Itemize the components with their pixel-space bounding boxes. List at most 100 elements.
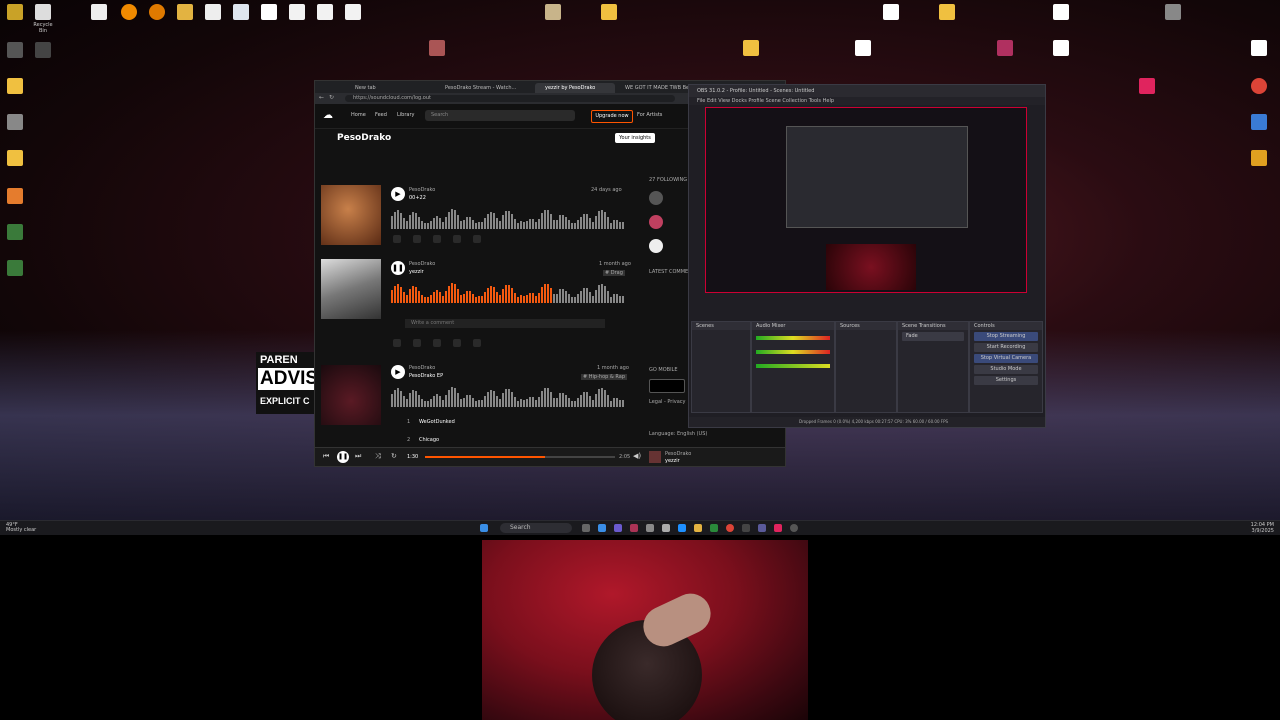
browser-tab-active[interactable]: yezzir by PesoDrako xyxy=(535,83,615,93)
track-cover[interactable] xyxy=(321,365,381,425)
pause-icon[interactable]: ❚❚ xyxy=(337,451,349,463)
repost-icon[interactable] xyxy=(413,339,421,347)
reload-icon[interactable]: ↻ xyxy=(329,94,334,101)
taskbar-app-icon[interactable] xyxy=(646,524,654,532)
app-icon[interactable] xyxy=(1160,4,1186,22)
obs-menu[interactable]: File Edit View Docks Profile Scene Colle… xyxy=(689,97,1045,105)
taskbar-app-icon[interactable] xyxy=(598,524,606,532)
share-icon[interactable] xyxy=(433,339,441,347)
like-icon[interactable] xyxy=(393,339,401,347)
taskbar-app-icon[interactable] xyxy=(662,524,670,532)
desktop-icon[interactable] xyxy=(86,4,112,22)
repost-icon[interactable] xyxy=(413,235,421,243)
edge-icon[interactable] xyxy=(678,524,686,532)
file-icon[interactable] xyxy=(1048,40,1074,58)
share-icon[interactable] xyxy=(433,235,441,243)
track-title[interactable]: PesoDrako EP xyxy=(409,373,443,379)
studio-mode-button[interactable]: Studio Mode xyxy=(974,365,1038,374)
chrome-icon[interactable] xyxy=(1246,78,1272,96)
repeat-icon[interactable]: ↻ xyxy=(391,452,397,460)
start-icon[interactable] xyxy=(480,524,488,532)
start-recording-button[interactable]: Start Recording xyxy=(974,343,1038,352)
play-icon[interactable]: ▶ xyxy=(391,187,405,201)
app-icon[interactable] xyxy=(2,188,28,206)
app-icon[interactable] xyxy=(284,4,310,22)
app-store-badge[interactable] xyxy=(649,379,685,393)
waveform-playing[interactable] xyxy=(391,281,625,303)
track-cover[interactable] xyxy=(321,185,381,245)
folder-icon[interactable] xyxy=(2,150,28,168)
more-icon[interactable] xyxy=(473,339,481,347)
nav-feed[interactable]: Feed xyxy=(375,112,387,118)
app-icon[interactable] xyxy=(2,114,28,132)
waveform[interactable] xyxy=(391,207,625,229)
genre-tag[interactable]: # Drag xyxy=(603,270,625,276)
volume-icon[interactable]: ◀) xyxy=(633,452,641,460)
bunny-icon[interactable] xyxy=(200,4,226,22)
file-icon[interactable] xyxy=(1246,40,1272,58)
avatar[interactable] xyxy=(649,215,663,229)
file-icon[interactable] xyxy=(850,40,876,58)
next-icon[interactable]: ⏭ xyxy=(355,452,361,461)
track-title[interactable]: yezzir xyxy=(409,269,424,275)
taskbar-app-icon[interactable] xyxy=(710,524,718,532)
tiktok-icon[interactable] xyxy=(1134,78,1160,96)
track-artist[interactable]: PesoDrako xyxy=(409,261,435,267)
image-icon[interactable] xyxy=(424,40,450,58)
track-title[interactable]: 00+22 xyxy=(409,195,426,201)
task-view-icon[interactable] xyxy=(582,524,590,532)
progress-bar[interactable] xyxy=(425,456,615,458)
following-header[interactable]: 27 FOLLOWING xyxy=(649,177,687,183)
track-artist[interactable]: PesoDrako xyxy=(409,365,435,371)
folder-icon[interactable] xyxy=(934,4,960,22)
app-icon[interactable] xyxy=(1246,150,1272,168)
nav-for-artists[interactable]: For Artists xyxy=(637,112,662,118)
now-playing-cover[interactable] xyxy=(649,451,661,463)
weather-widget[interactable]: 49°F Mostly clear xyxy=(6,523,36,533)
desktop-icon[interactable] xyxy=(2,4,28,22)
folder-icon[interactable] xyxy=(596,4,622,22)
taskbar-search[interactable]: Search xyxy=(500,523,572,533)
artist-name[interactable]: PesoDrako xyxy=(337,133,391,143)
waveform[interactable] xyxy=(391,385,625,407)
upgrade-button[interactable]: Upgrade now xyxy=(591,110,633,123)
chrome-icon[interactable] xyxy=(726,524,734,532)
folder-icon[interactable] xyxy=(540,4,566,22)
gta-icon[interactable] xyxy=(2,224,28,242)
nav-library[interactable]: Library xyxy=(397,112,414,118)
folder-icon[interactable] xyxy=(738,40,764,58)
avatar[interactable] xyxy=(649,239,663,253)
taskbar-app-icon[interactable] xyxy=(614,524,622,532)
obs-icon[interactable] xyxy=(790,524,798,532)
obs-preview[interactable] xyxy=(705,107,1027,293)
search-input[interactable]: Search xyxy=(425,110,575,121)
now-playing-title[interactable]: yezzir xyxy=(665,458,680,464)
file-explorer-icon[interactable] xyxy=(694,524,702,532)
back-icon[interactable]: ← xyxy=(319,94,324,101)
fl-studio-icon[interactable] xyxy=(116,4,142,22)
transition-select[interactable]: Fade xyxy=(902,332,964,341)
taskbar-app-icon[interactable] xyxy=(758,524,766,532)
edit-icon[interactable] xyxy=(453,235,461,243)
app-icon[interactable] xyxy=(312,4,338,22)
url-field[interactable]: https://soundcloud.com/log.out xyxy=(345,95,675,102)
comment-input[interactable]: Write a comment xyxy=(405,319,605,328)
avatar[interactable] xyxy=(649,191,663,205)
now-playing-artist[interactable]: PesoDrako xyxy=(665,451,691,457)
tiktok-icon[interactable] xyxy=(774,524,782,532)
file-icon[interactable] xyxy=(228,4,254,22)
stop-streaming-button[interactable]: Stop Streaming xyxy=(974,332,1038,341)
browser-tab[interactable]: PesoDrako Stream - Watch... xyxy=(435,83,525,93)
gta-icon[interactable] xyxy=(2,260,28,278)
nav-home[interactable]: Home xyxy=(351,112,366,118)
file-icon[interactable] xyxy=(256,4,282,22)
play-icon[interactable]: ▶ xyxy=(391,365,405,379)
winrar-icon[interactable] xyxy=(992,40,1018,58)
steam-icon[interactable] xyxy=(742,524,750,532)
taskbar-app-icon[interactable] xyxy=(630,524,638,532)
playlist-track[interactable]: WeGotDunked xyxy=(419,419,455,425)
virtual-camera-button[interactable]: Stop Virtual Camera xyxy=(974,354,1038,363)
edit-icon[interactable] xyxy=(453,339,461,347)
genre-tag[interactable]: # Hip-hop & Rap xyxy=(581,374,627,380)
legal-links[interactable]: Legal - Privacy xyxy=(649,399,686,405)
